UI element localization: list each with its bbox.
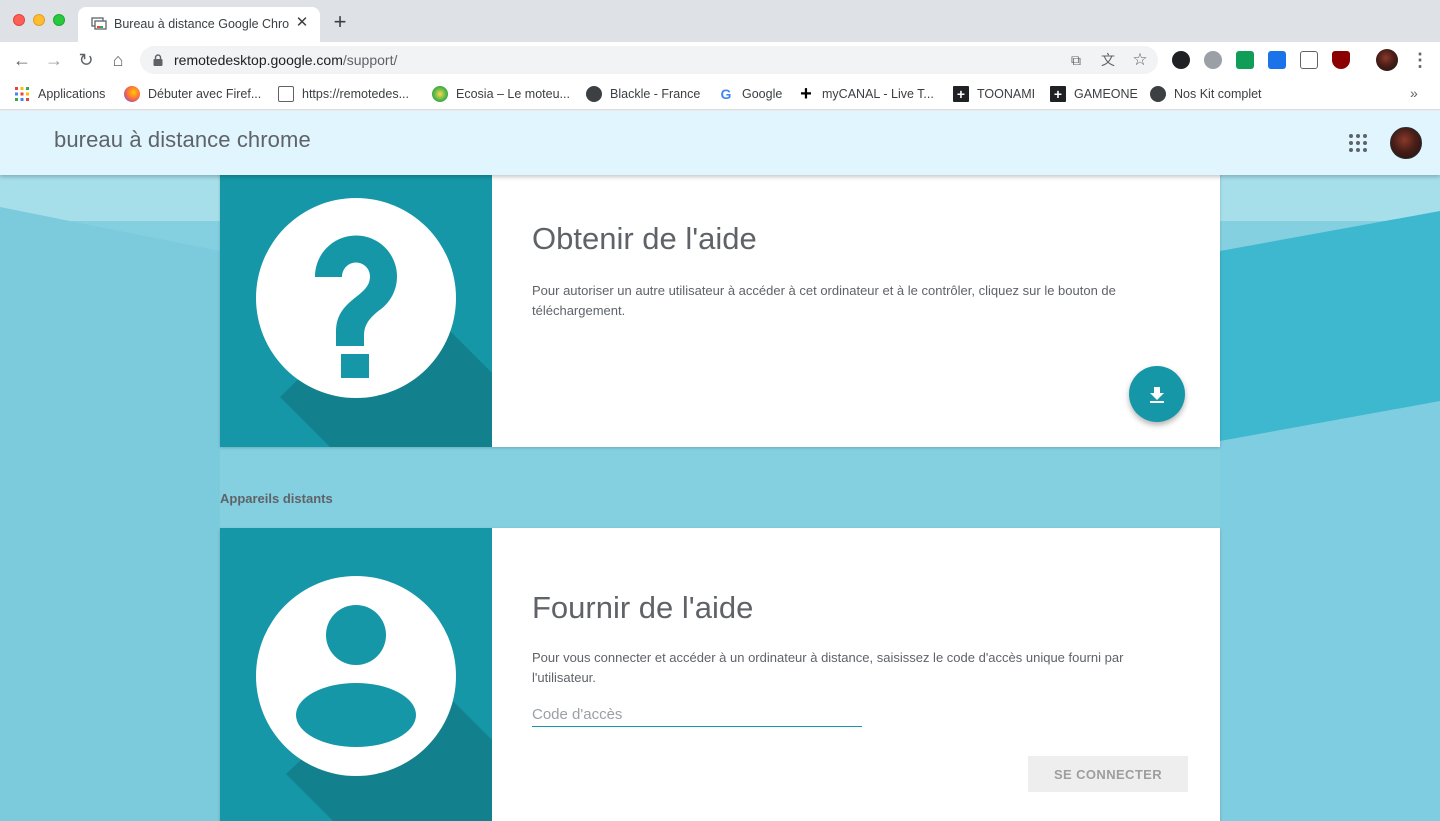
plus-icon: +	[800, 83, 812, 105]
browser-toolbar: ← → ↻ ⌂ remotedesktop.google.com/support…	[0, 42, 1440, 78]
browser-menu-icon[interactable]: ⋮	[1411, 50, 1429, 70]
firefox-icon	[124, 86, 140, 102]
bookmark-label: Nos Kit complet	[1174, 87, 1262, 101]
app-title[interactable]: bureau à distance chrome	[54, 127, 311, 153]
new-tab-button[interactable]: +	[330, 11, 350, 33]
page-content: bureau à distance chrome Obtenir de l'ai…	[0, 111, 1440, 821]
remote-desktop-icon	[91, 17, 107, 30]
globe-icon	[586, 86, 602, 102]
person-icon	[256, 576, 492, 821]
bookmarks-bar: Applications Débuter avec Firef... https…	[0, 78, 1440, 110]
globe-icon	[1150, 86, 1166, 102]
bookmark-label: Google	[742, 87, 783, 101]
url-path: /support/	[342, 52, 398, 68]
bookmark-label: myCANAL - Live T...	[822, 87, 934, 101]
bookmark-toonami[interactable]: + TOONAMI	[953, 84, 1035, 104]
bookmark-gameone[interactable]: + GAMEONE	[1050, 84, 1138, 104]
home-button[interactable]: ⌂	[108, 50, 128, 70]
google-icon: G	[720, 86, 732, 102]
give-help-title: Fournir de l'aide	[532, 590, 754, 625]
translate-icon[interactable]: 文	[1100, 52, 1116, 68]
extension-ublock-icon[interactable]	[1332, 51, 1350, 69]
bookmark-nos-kit[interactable]: Nos Kit complet	[1150, 84, 1262, 104]
tab-title: Bureau à distance Google Chrome	[114, 17, 290, 31]
more-bookmarks-icon[interactable]: »	[1410, 85, 1418, 101]
apps-icon	[15, 87, 29, 101]
get-help-title: Obtenir de l'aide	[532, 221, 757, 256]
google-apps-icon[interactable]	[1349, 134, 1367, 152]
download-button[interactable]	[1129, 366, 1185, 422]
bookmark-applications[interactable]: Applications	[14, 84, 105, 104]
ecosia-icon	[432, 86, 448, 102]
bookmark-remotedesktop[interactable]: https://remotedes...	[278, 84, 409, 104]
bookmark-label: Applications	[38, 87, 106, 101]
get-help-description: Pour autoriser un autre utilisateur à ac…	[532, 283, 1116, 318]
bookmark-firefox[interactable]: Débuter avec Firef...	[124, 84, 261, 104]
open-in-app-icon[interactable]: ⧉	[1068, 52, 1084, 68]
minimize-window-button[interactable]	[33, 14, 45, 26]
person-illustration	[220, 528, 492, 821]
bookmark-label: Ecosia – Le moteu...	[456, 87, 570, 101]
help-illustration	[220, 161, 492, 447]
bookmark-label: Blackle - France	[610, 87, 701, 101]
bookmark-label: https://remotedes...	[302, 87, 409, 101]
address-bar[interactable]: remotedesktop.google.com/support/ ⧉ 文 ☆	[140, 46, 1158, 74]
question-mark-icon	[256, 198, 492, 447]
bookmark-blackle[interactable]: Blackle - France	[586, 84, 700, 104]
bookmark-ecosia[interactable]: Ecosia – Le moteu...	[432, 84, 570, 104]
download-icon	[1150, 387, 1164, 403]
bookmark-label: Débuter avec Firef...	[148, 87, 262, 101]
plus-box-icon: +	[1050, 86, 1066, 102]
bookmark-google[interactable]: G Google	[718, 84, 783, 104]
url-text: remotedesktop.google.com/support/	[174, 52, 397, 68]
lock-icon	[153, 54, 163, 66]
bookmark-label: TOONAMI	[977, 87, 1036, 101]
get-help-card: Obtenir de l'aide Pour autoriser un autr…	[220, 161, 1220, 447]
bookmark-label: GAMEONE	[1074, 87, 1138, 101]
extension-ninja-icon[interactable]	[1172, 51, 1190, 69]
close-window-button[interactable]	[13, 14, 25, 26]
give-help-description: Pour vous connecter et accéder à un ordi…	[532, 650, 1124, 685]
forward-button[interactable]: →	[44, 50, 64, 70]
profile-avatar[interactable]	[1376, 49, 1398, 71]
connect-button[interactable]: SE CONNECTER	[1028, 756, 1188, 792]
back-button[interactable]: ←	[12, 50, 32, 70]
plus-box-icon: +	[953, 86, 969, 102]
bookmark-mycanal[interactable]: + myCANAL - Live T...	[798, 84, 934, 104]
access-code-input[interactable]	[532, 703, 862, 727]
extension-green-icon[interactable]	[1236, 51, 1254, 69]
account-avatar[interactable]	[1390, 127, 1422, 159]
app-header: bureau à distance chrome	[0, 111, 1440, 175]
url-host: remotedesktop.google.com	[174, 52, 343, 68]
remote-desktop-icon	[278, 86, 294, 102]
tab-strip: Bureau à distance Google Chrome ✕ +	[0, 0, 1440, 42]
extension-remote-desktop-icon[interactable]	[1300, 51, 1318, 69]
close-tab-icon[interactable]: ✕	[294, 15, 310, 31]
maximize-window-button[interactable]	[53, 14, 65, 26]
reload-button[interactable]: ↻	[76, 50, 96, 70]
bookmark-star-icon[interactable]: ☆	[1132, 51, 1148, 68]
remote-devices-heading: Appareils distants	[220, 491, 333, 506]
give-help-card: Fournir de l'aide Pour vous connecter et…	[220, 528, 1220, 821]
active-tab[interactable]: Bureau à distance Google Chrome ✕	[78, 7, 320, 42]
extension-gear-icon[interactable]	[1204, 51, 1222, 69]
extension-blue-icon[interactable]	[1268, 51, 1286, 69]
